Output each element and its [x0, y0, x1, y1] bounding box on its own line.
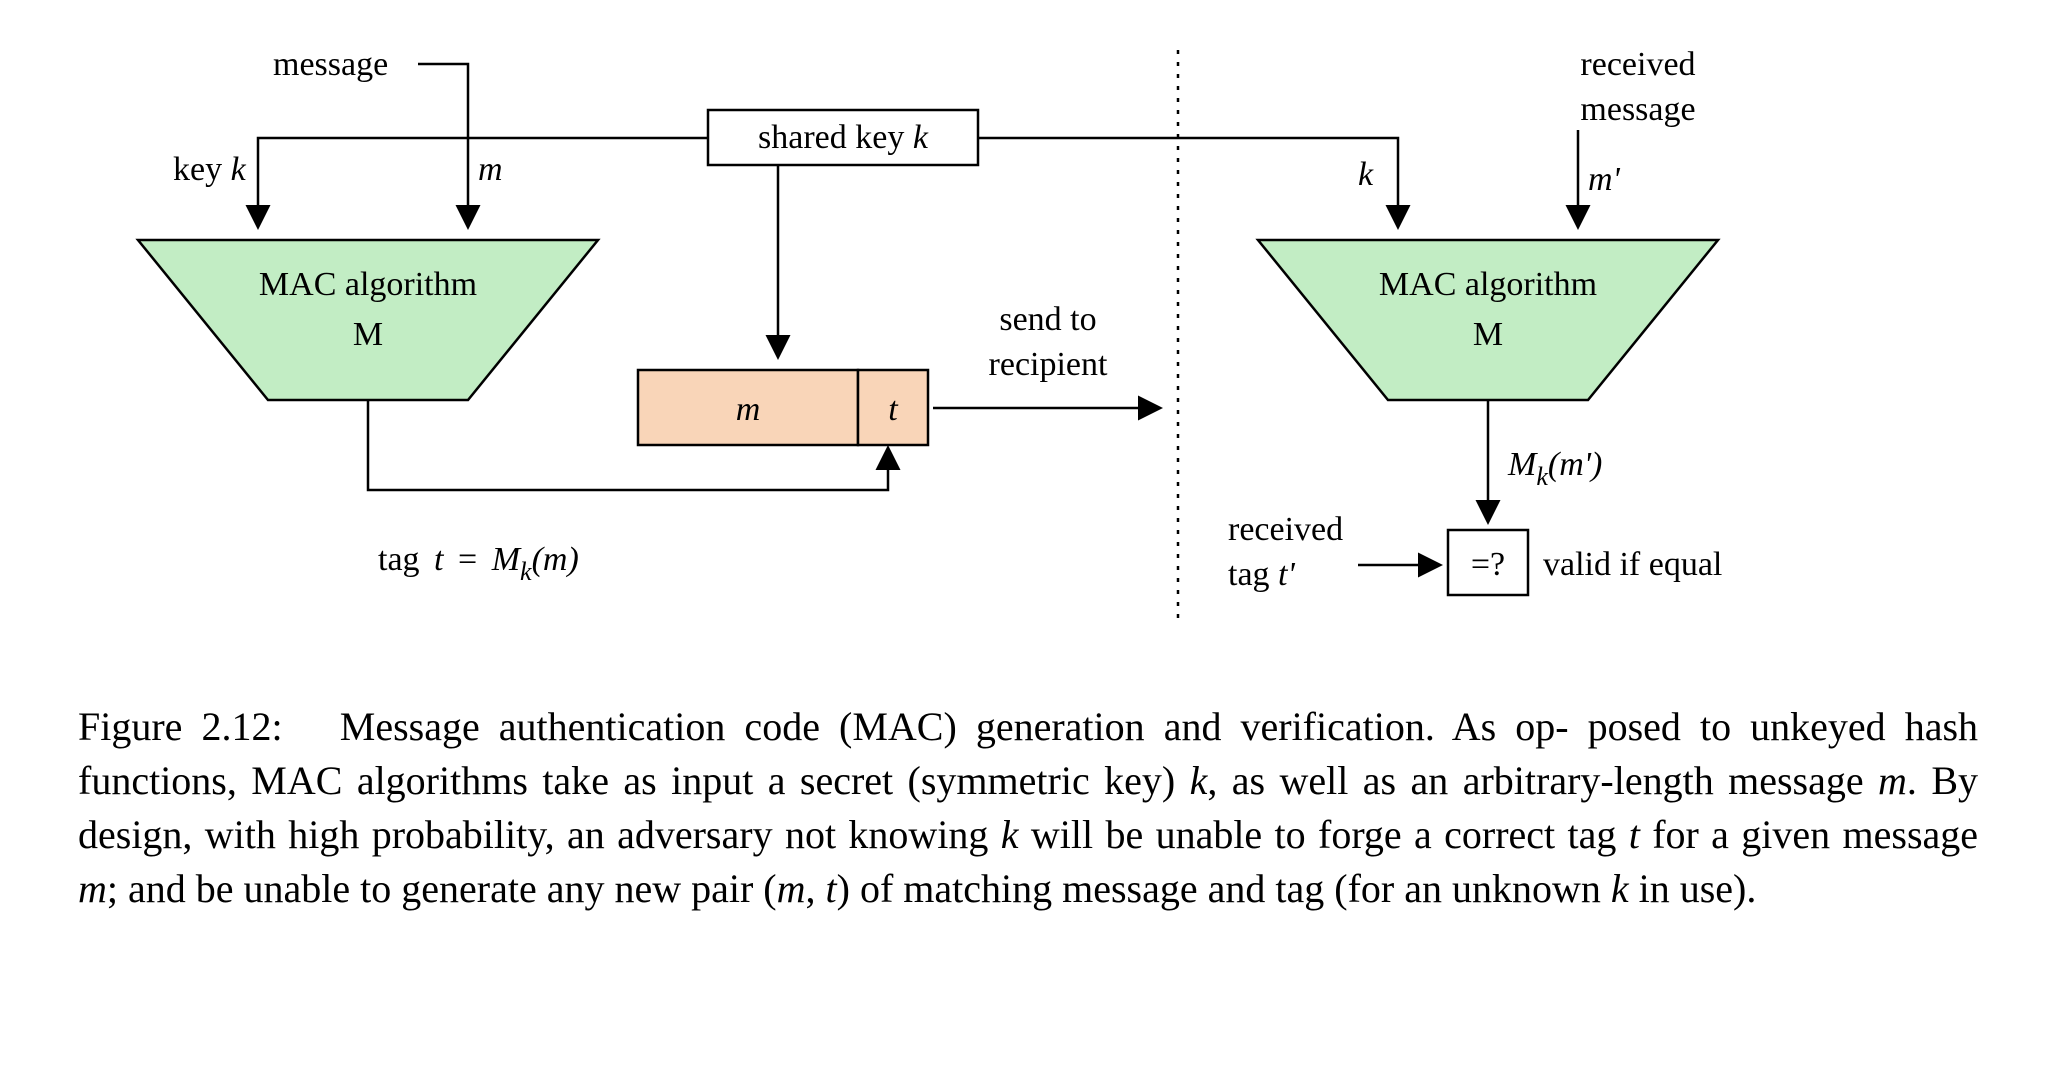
mac-M-label-left: M — [353, 316, 383, 353]
diagram-svg: shared key k message key k m MAC algorit… — [78, 30, 1978, 670]
cap-k2: k — [1001, 812, 1019, 857]
cap-l4c: will be unable to forge a correct tag — [1019, 812, 1629, 857]
key-right-arrow — [978, 138, 1398, 225]
cap-m2: m — [78, 866, 107, 911]
send-to-label: send to — [999, 301, 1096, 338]
mac-M-label-right: M — [1473, 316, 1503, 353]
m-box-label: m — [736, 391, 761, 428]
cap-l3b: , as well as an arbitrary-length message — [1207, 758, 1878, 803]
equals-check-label: =? — [1471, 546, 1505, 583]
cap-l5e: ) of matching message and tag (for an un… — [837, 866, 1611, 911]
cap-l5c: , — [806, 866, 826, 911]
cap-m1: m — [1878, 758, 1907, 803]
shared-key-label: shared key k — [758, 119, 929, 156]
tag-equation: tag t = Mk(m) — [378, 541, 579, 586]
cap-l1: Message authentication code (MAC) genera… — [340, 704, 1569, 749]
message-to-m-arrow — [418, 64, 468, 225]
received-tag-label1: received — [1228, 511, 1343, 548]
cap-t2: t — [826, 866, 837, 911]
cap-l4e: for a given message — [1640, 812, 1978, 857]
cap-l5a: to generate any new pair ( — [360, 866, 776, 911]
cap-k1: k — [1190, 758, 1208, 803]
mprime-label: m' — [1588, 161, 1621, 198]
cap-l4g: ; and be unable — [107, 866, 350, 911]
recipient-label: recipient — [989, 346, 1108, 383]
cap-m3: m — [777, 866, 806, 911]
cap-l5g: in use). — [1629, 866, 1757, 911]
fig-number: Figure 2.12: — [78, 704, 283, 749]
valid-label: valid if equal — [1543, 546, 1722, 583]
mac-algorithm-label-left: MAC algorithm — [259, 266, 477, 303]
received-label: received — [1580, 46, 1695, 83]
message-label: message — [273, 46, 388, 83]
received-message-label: message — [1580, 91, 1695, 128]
key-k-label: key k — [173, 151, 247, 188]
mac-algorithm-label-right: MAC algorithm — [1379, 266, 1597, 303]
m-label-left: m — [478, 151, 503, 188]
mk-mprime-label: Mk(m') — [1507, 446, 1602, 491]
cap-t1: t — [1629, 812, 1640, 857]
cap-k3: k — [1611, 866, 1629, 911]
k-label-right: k — [1358, 156, 1374, 193]
cap-l4a: not knowing — [785, 812, 1001, 857]
t-box-label: t — [888, 391, 899, 428]
received-tag-label2: tag t' — [1228, 556, 1295, 593]
figure-caption: Figure 2.12: Message authentication code… — [78, 700, 1978, 916]
mac-diagram: shared key k message key k m MAC algorit… — [78, 30, 1978, 670]
